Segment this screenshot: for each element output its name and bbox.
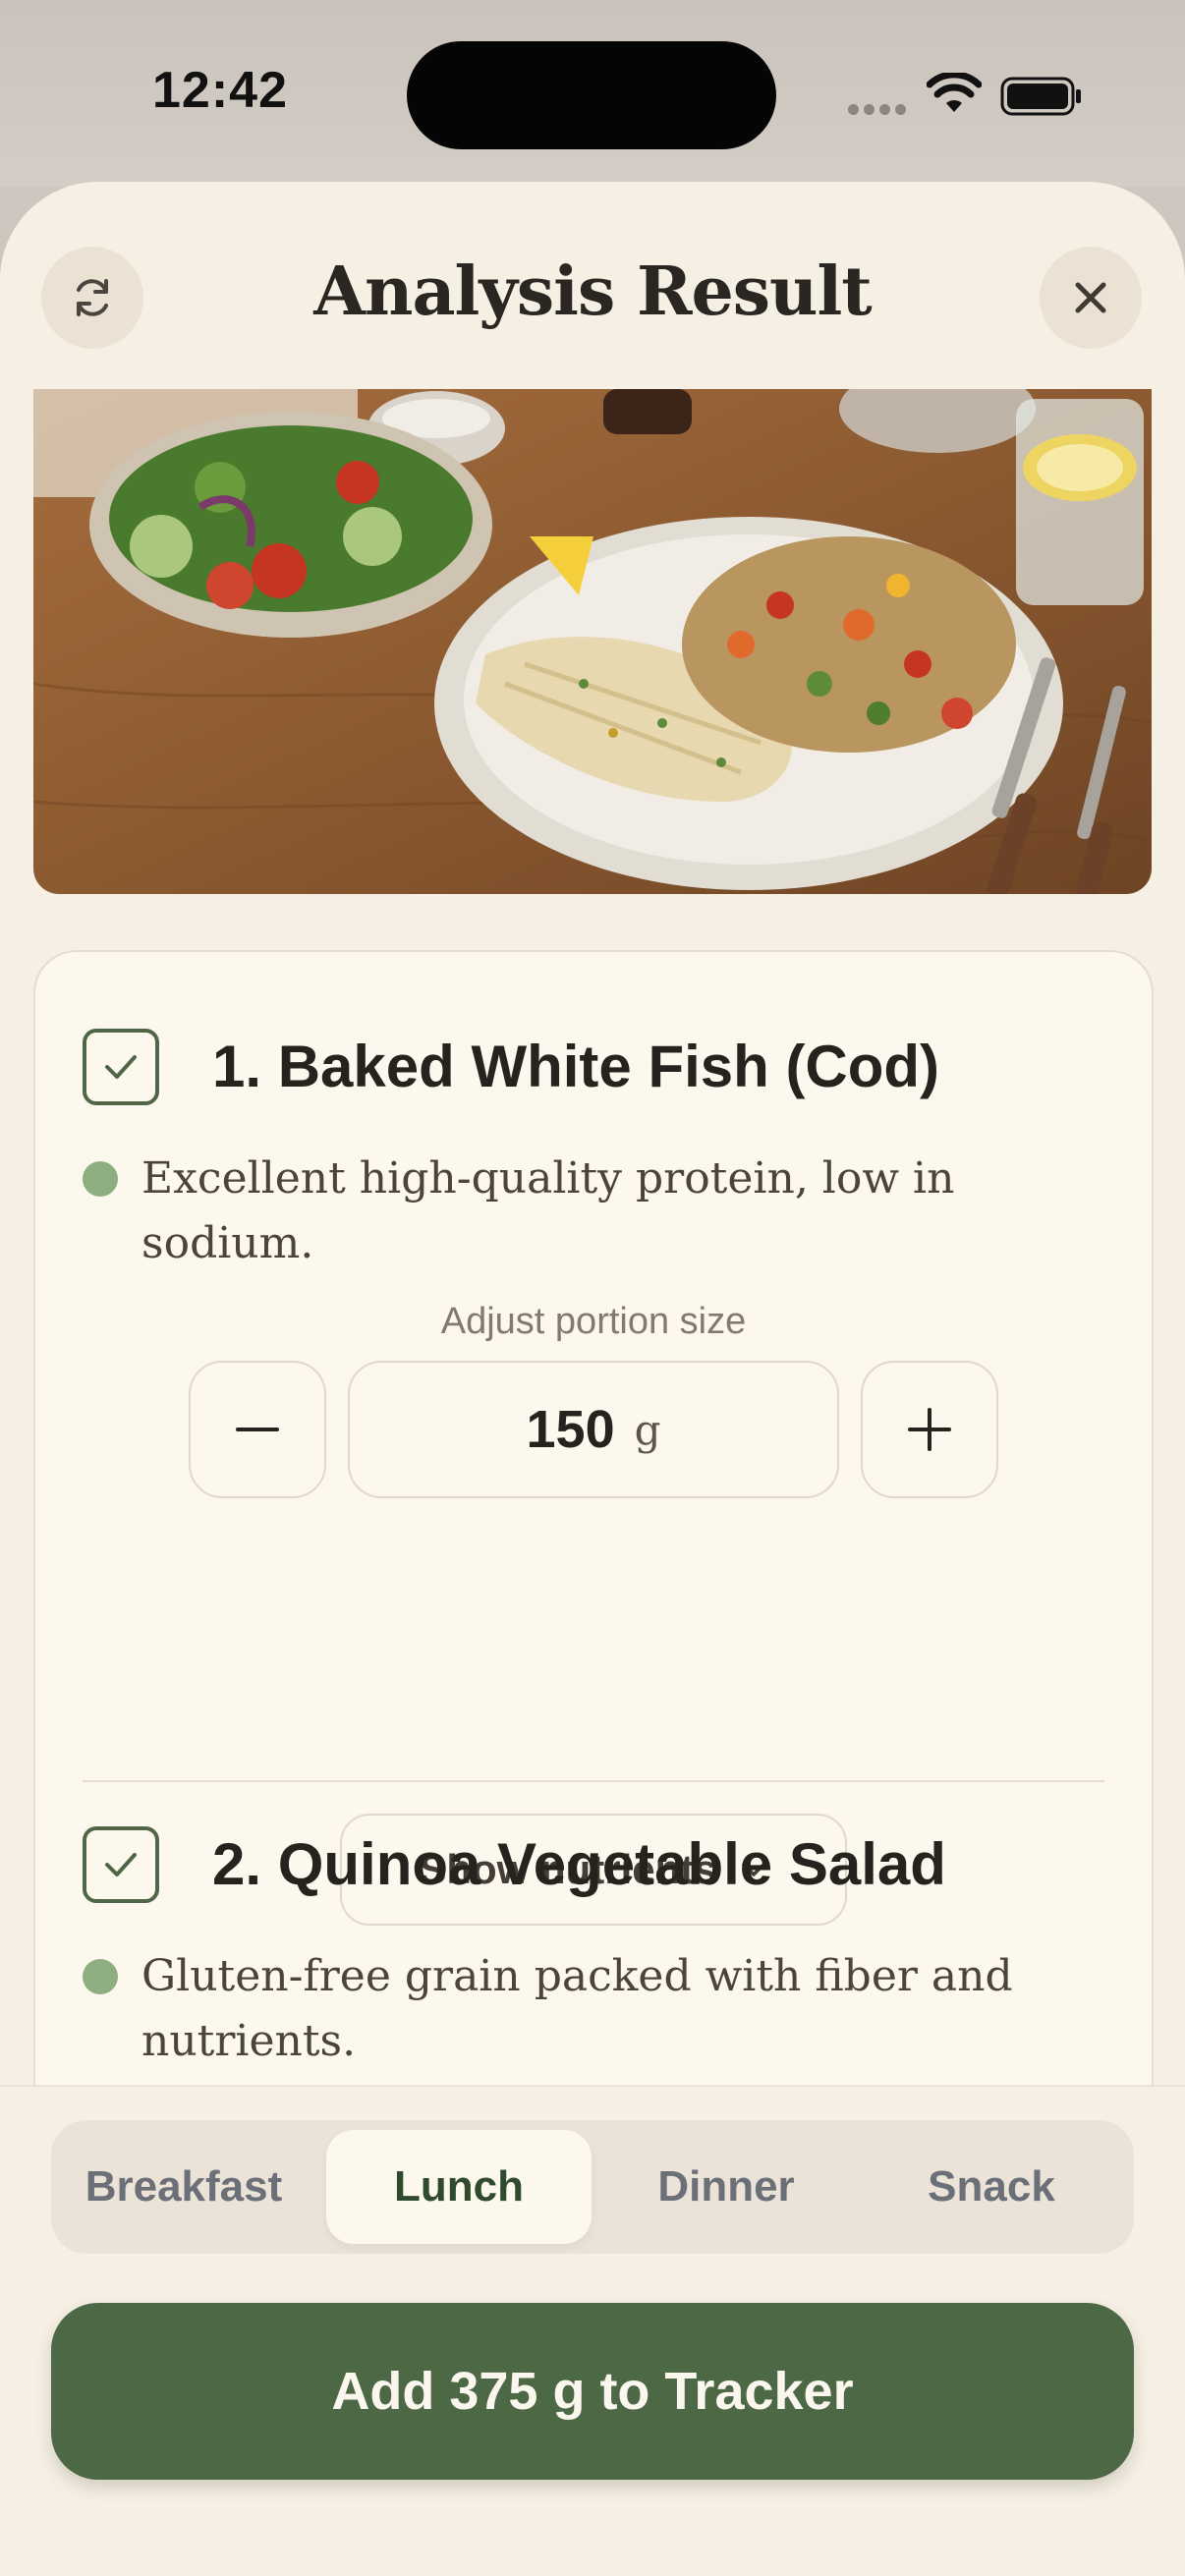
increase-portion-button[interactable]	[861, 1361, 998, 1498]
plus-icon	[908, 1408, 951, 1451]
status-time: 12:42	[152, 62, 288, 119]
meal-tab-dinner[interactable]: Dinner	[593, 2130, 859, 2244]
decrease-portion-button[interactable]	[189, 1361, 326, 1498]
food-divider	[83, 1780, 1104, 1782]
note-bullet	[83, 1959, 118, 1994]
wifi-icon	[927, 73, 982, 112]
battery-icon	[1000, 77, 1081, 116]
cellular-signal-icon	[848, 102, 911, 120]
sheet-header: Analysis Result	[0, 182, 1185, 388]
analysis-sheet: Analysis Result 1. Baked White Fish (Cod…	[0, 182, 1185, 2576]
food-note: Gluten-free grain packed with fiber and …	[141, 1951, 1013, 2066]
food-name: 2. Quinoa Vegetable Salad	[212, 1831, 946, 1897]
note-bullet	[83, 1161, 118, 1197]
food-checkbox[interactable]	[83, 1029, 159, 1105]
portion-value: 150	[526, 1400, 615, 1459]
meal-type-selector: Breakfast Lunch Dinner Snack	[51, 2120, 1134, 2254]
status-bar: 12:42	[0, 0, 1185, 187]
portion-unit: g	[634, 1405, 661, 1454]
meal-tab-breakfast[interactable]: Breakfast	[51, 2130, 316, 2244]
page-title: Analysis Result	[313, 252, 872, 331]
dynamic-island	[407, 41, 776, 149]
portion-label: Adjust portion size	[440, 1301, 747, 1342]
bottom-action-bar: Breakfast Lunch Dinner Snack Add 375 g t…	[0, 2085, 1185, 2576]
add-to-tracker-button[interactable]: Add 375 g to Tracker	[51, 2303, 1134, 2480]
food-name: 1. Baked White Fish (Cod)	[212, 1034, 940, 1099]
minus-icon	[236, 1428, 279, 1431]
checkmark-icon	[105, 1055, 137, 1079]
close-icon	[1075, 282, 1106, 313]
meal-tab-lunch[interactable]: Lunch	[326, 2130, 592, 2244]
meal-tab-snack[interactable]: Snack	[859, 2130, 1124, 2244]
meal-photo	[33, 389, 1152, 894]
food-note: Excellent high-quality protein, low in s…	[141, 1153, 955, 1268]
checkmark-icon	[105, 1853, 137, 1876]
food-checkbox[interactable]	[83, 1826, 159, 1903]
close-button[interactable]	[1040, 247, 1142, 349]
portion-input[interactable]: 150 g	[348, 1361, 839, 1498]
